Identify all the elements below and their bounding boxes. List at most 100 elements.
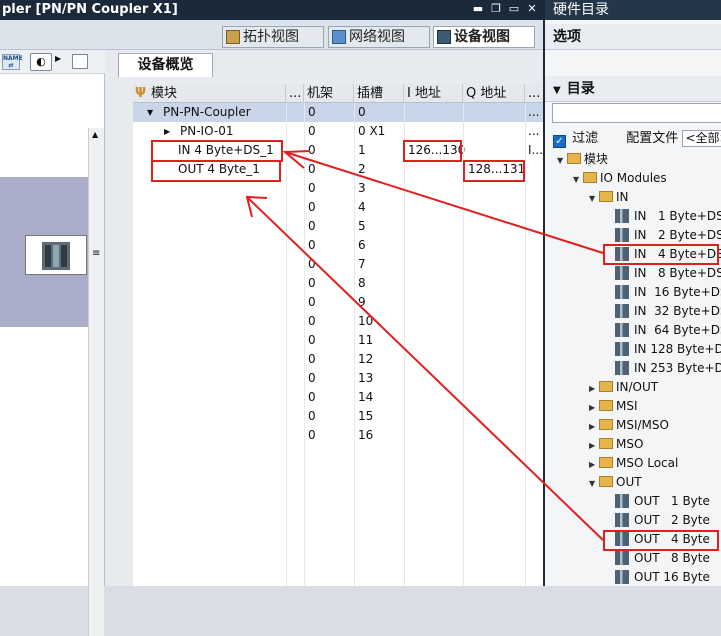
cell-slot: 5: [358, 219, 366, 233]
catalog-module-item[interactable]: IN 64 Byte+DS: [615, 321, 721, 340]
collapse-icon[interactable]: ▼: [553, 85, 561, 96]
expand-right-icon[interactable]: ▶: [589, 398, 599, 417]
catalog-folder[interactable]: ▼ IN: [589, 188, 629, 207]
expand-down-icon[interactable]: ▼: [589, 474, 599, 493]
catalog-module-item[interactable]: IN 253 Byte+DS: [615, 359, 721, 378]
directory-section[interactable]: ▼ 目录: [545, 76, 721, 102]
table-row[interactable]: 0 10: [133, 312, 543, 331]
table-row[interactable]: 0 16: [133, 426, 543, 445]
table-header: Ψ 模块 ... 机架 插槽 I 地址 Q 地址 ...: [133, 84, 543, 103]
module-icon: [615, 304, 629, 318]
topology-icon: [226, 30, 240, 44]
catalog-search-input[interactable]: [552, 103, 721, 123]
catalog-module-item[interactable]: OUT 8 Byte: [615, 549, 710, 568]
expand-down-icon[interactable]: ▼: [147, 103, 153, 122]
catalog-folder[interactable]: ▶ IN/OUT: [589, 378, 658, 397]
device-graphic-pane[interactable]: NAME ⇄ ◐ ▶ ▲ ≡: [0, 50, 105, 636]
table-row[interactable]: 0 13: [133, 369, 543, 388]
minimize-icon[interactable]: ▬: [471, 2, 485, 16]
catalog-module-item[interactable]: IN 2 Byte+DS: [615, 226, 721, 245]
tree-item-label: OUT 2 Byte: [634, 513, 710, 527]
table-row[interactable]: 06: [133, 236, 543, 255]
catalog-folder[interactable]: ▼ OUT: [589, 473, 642, 492]
catalog-module-item[interactable]: OUT 2 Byte: [615, 511, 710, 530]
highlight-in-module-row: [151, 140, 283, 162]
catalog-folder[interactable]: ▼ 模块: [557, 150, 608, 169]
cell-rack: 0: [308, 124, 316, 138]
catalog-folder[interactable]: ▶ MSI/MSO: [589, 416, 669, 435]
table-row[interactable]: 07: [133, 255, 543, 274]
table-row[interactable]: 05: [133, 217, 543, 236]
catalog-folder[interactable]: ▶ MSO: [589, 435, 643, 454]
catalog-module-item[interactable]: IN 128 Byte+DS: [615, 340, 721, 359]
expand-right-icon[interactable]: ▶: [589, 417, 599, 436]
folder-icon: [599, 419, 613, 430]
col-more-2[interactable]: ...: [525, 84, 543, 103]
col-q-address[interactable]: Q 地址: [463, 84, 525, 103]
catalog-module-item[interactable]: IN 1 Byte+DS: [615, 207, 721, 226]
table-row[interactable]: 0 15: [133, 407, 543, 426]
scroll-grip-icon[interactable]: ≡: [92, 248, 100, 259]
device-module-image[interactable]: [25, 235, 87, 275]
table-view-icon[interactable]: [72, 54, 88, 69]
cell-rack: 0: [308, 333, 316, 347]
table-row[interactable]: 09: [133, 293, 543, 312]
table-row[interactable]: 0 11: [133, 331, 543, 350]
catalog-folder[interactable]: ▼ IO Modules: [573, 169, 667, 188]
scroll-up-icon[interactable]: ▲: [92, 130, 98, 139]
cell-slot: 14: [358, 390, 374, 404]
catalog-module-item[interactable]: IN 16 Byte+DS: [615, 283, 721, 302]
table-row[interactable]: ▼ PN-PN-Coupler 0 0...: [133, 103, 543, 122]
table-row[interactable]: 04: [133, 198, 543, 217]
col-rack[interactable]: 机架: [304, 84, 354, 103]
catalog-module-item[interactable]: OUT 1 Byte: [615, 492, 710, 511]
catalog-folder[interactable]: ▶ MSO Local: [589, 454, 678, 473]
tab-device-view[interactable]: 设备视图: [433, 26, 535, 48]
table-row[interactable]: 0 12: [133, 350, 543, 369]
table-row[interactable]: ▶ PN-IO-01 0 0 X1...: [133, 122, 543, 141]
cell-slot: 7: [358, 257, 366, 271]
filter-checkbox[interactable]: ✓: [553, 135, 566, 148]
catalog-folder[interactable]: ▶ MSI: [589, 397, 638, 416]
restore-icon[interactable]: ❐: [489, 2, 503, 16]
table-row[interactable]: 08: [133, 274, 543, 293]
tab-network-view[interactable]: 网络视图: [328, 26, 430, 48]
cell-slot: 10: [358, 314, 374, 328]
tree-item-label: OUT 16 Byte: [634, 570, 710, 584]
name-toggle-icon[interactable]: NAME ⇄: [2, 54, 23, 70]
options-section[interactable]: 选项: [545, 24, 721, 50]
profile-select[interactable]: <全部>: [682, 130, 721, 147]
tree-item-label: OUT 8 Byte: [634, 551, 710, 565]
col-module[interactable]: Ψ 模块: [133, 84, 286, 103]
highlight-q-address: [463, 160, 525, 182]
expand-down-icon[interactable]: ▼: [573, 170, 583, 189]
col-slot[interactable]: 插槽: [354, 84, 404, 103]
module-icon: [615, 342, 629, 356]
tab-topology-view[interactable]: 拓扑视图: [222, 26, 324, 48]
expand-right-icon[interactable]: ▶: [589, 379, 599, 398]
cell-slot: 15: [358, 409, 374, 423]
maximize-icon[interactable]: ▭: [507, 2, 521, 16]
cell-slot: 4: [358, 200, 366, 214]
device-icon: [437, 30, 451, 44]
tab-device-overview[interactable]: 设备概览: [118, 53, 213, 77]
tree-item-label: OUT 1 Byte: [634, 494, 710, 508]
catalog-module-item[interactable]: IN 8 Byte+DS: [615, 264, 721, 283]
tree-item-label: IN 2 Byte+DS: [634, 228, 721, 242]
close-icon[interactable]: ✕: [525, 2, 539, 16]
left-pane-scrollbar[interactable]: ▲ ≡: [88, 128, 104, 636]
table-row[interactable]: 0 14: [133, 388, 543, 407]
chevron-right-icon[interactable]: ▶: [55, 54, 61, 63]
expand-down-icon[interactable]: ▼: [589, 189, 599, 208]
tree-item-label: IN 16 Byte+DS: [634, 285, 721, 299]
expand-down-icon[interactable]: ▼: [557, 151, 567, 170]
col-more-1[interactable]: ...: [286, 84, 304, 103]
catalog-module-item[interactable]: IN 32 Byte+DS: [615, 302, 721, 321]
col-i-address[interactable]: I 地址: [404, 84, 463, 103]
expand-right-icon[interactable]: ▶: [164, 122, 170, 141]
expand-right-icon[interactable]: ▶: [589, 455, 599, 474]
expand-right-icon[interactable]: ▶: [589, 436, 599, 455]
column-divider: [354, 103, 355, 586]
catalog-module-item[interactable]: OUT 16 Byte: [615, 568, 710, 587]
display-options-icon[interactable]: ◐: [30, 53, 52, 71]
